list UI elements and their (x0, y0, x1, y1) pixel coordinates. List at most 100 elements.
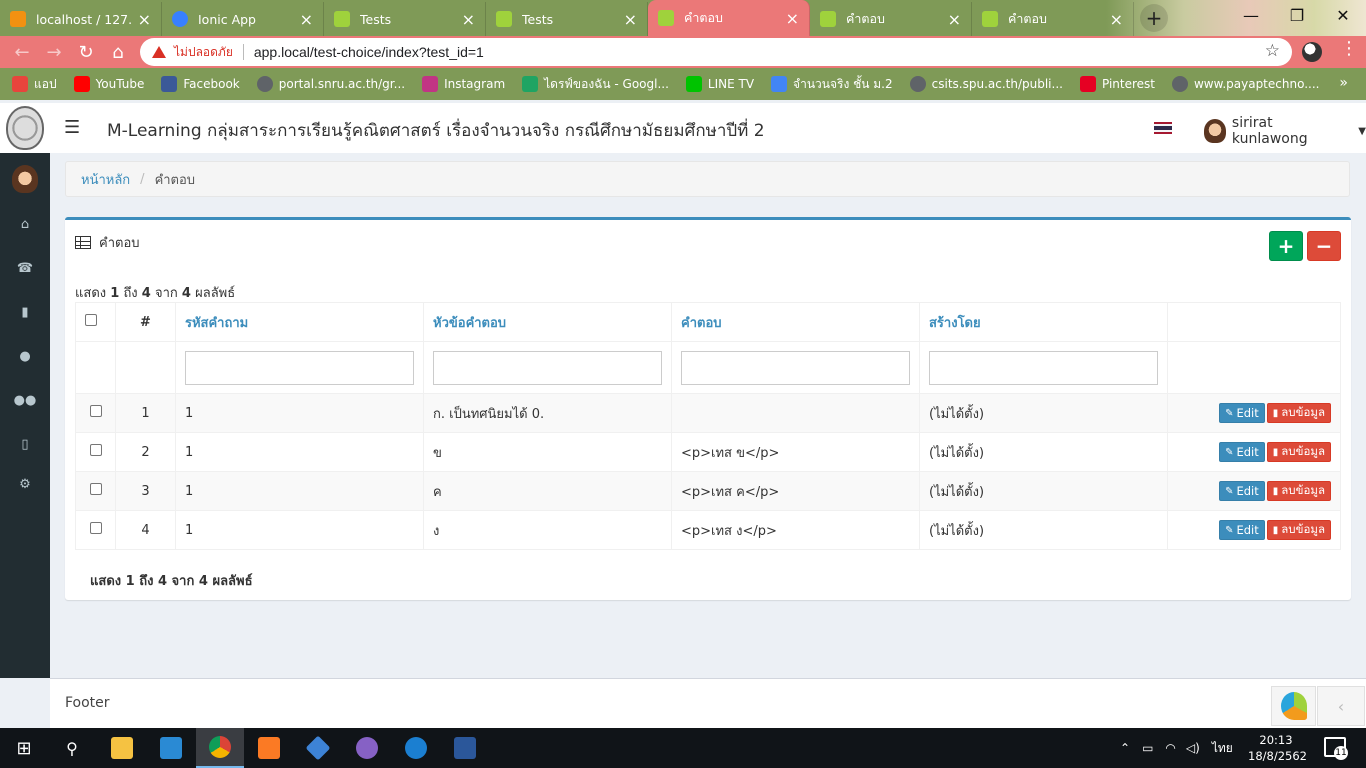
column-answer[interactable]: คำตอบ (671, 302, 920, 342)
close-tab-icon[interactable]: × (786, 9, 799, 28)
volume-icon[interactable]: ◁) (1186, 741, 1200, 755)
chevron-up-icon[interactable]: ⌃ (1120, 741, 1130, 755)
add-button[interactable]: + (1269, 231, 1303, 261)
bookmark-item[interactable]: YouTube (73, 76, 144, 92)
edit-button[interactable]: ✎ Edit (1219, 481, 1265, 501)
taskbar-chrome[interactable] (196, 728, 244, 768)
row-checkbox[interactable] (89, 522, 102, 534)
bookmark-item[interactable]: Instagram (422, 76, 505, 92)
taskbar-edge[interactable] (392, 728, 440, 768)
taskbar-word[interactable] (441, 728, 489, 768)
column-num: # (115, 302, 176, 342)
edit-button[interactable]: ✎ Edit (1219, 403, 1265, 423)
trash-icon: ▮ (1272, 524, 1279, 536)
column-topic[interactable]: หัวข้อคำตอบ (423, 302, 672, 342)
edit-button[interactable]: ✎ Edit (1219, 442, 1265, 462)
taskbar-explorer[interactable] (98, 728, 146, 768)
gear-icon[interactable]: ⚙ (0, 477, 50, 492)
bookmark-item[interactable]: portal.snru.ac.th/gr... (256, 76, 405, 92)
filter-topic-input[interactable] (433, 350, 662, 385)
bookmark-item[interactable]: Facebook (161, 76, 240, 92)
row-checkbox[interactable] (89, 444, 102, 456)
edit-icon: ✎ (1225, 407, 1234, 419)
back-button[interactable]: ← (6, 36, 38, 68)
omnibox[interactable]: ไม่ปลอดภัย app.local/test-choice/index?t… (140, 38, 1292, 66)
breadcrumb-current: คำตอบ (154, 172, 196, 188)
cell-answer: <p>เทส ค</p> (671, 471, 920, 511)
filter-created-by-input[interactable] (929, 350, 1158, 385)
column-question-id[interactable]: รหัสคำถาม (175, 302, 424, 342)
bookmark-star-icon[interactable]: ☆ (1265, 41, 1280, 61)
user-icon[interactable]: ● (0, 349, 50, 364)
row-checkbox[interactable] (89, 483, 102, 495)
taskbar-sourcetree[interactable] (294, 728, 342, 768)
row-checkbox[interactable] (89, 405, 102, 417)
bookmark-item[interactable]: LINE TV (685, 76, 754, 92)
forward-button[interactable]: → (38, 36, 70, 68)
close-tab-icon[interactable]: × (624, 10, 637, 29)
close-tab-icon[interactable]: × (948, 10, 961, 29)
file-icon[interactable]: ▯ (0, 437, 50, 452)
bookmark-label: จำนวนจริง ชั้น ม.2 (793, 76, 893, 91)
bookmark-label: Instagram (444, 77, 506, 91)
browser-tab[interactable]: คำตอบ × (972, 2, 1134, 36)
filter-answer-input[interactable] (681, 350, 910, 385)
yii-debug-logo[interactable] (1271, 686, 1316, 726)
taskbar-xampp[interactable] (245, 728, 293, 768)
close-tab-icon[interactable]: × (300, 10, 313, 29)
search-button[interactable]: ⚲ (48, 728, 96, 768)
debug-toggle-button[interactable]: ‹ (1317, 686, 1365, 726)
browser-tab[interactable]: Tests × (486, 2, 648, 36)
taskbar-github[interactable] (343, 728, 391, 768)
bulk-delete-button[interactable]: − (1307, 231, 1341, 261)
language-indicator[interactable]: ไทย (1212, 739, 1233, 758)
browser-tab[interactable]: Ionic App × (162, 2, 324, 36)
browser-tab[interactable]: คำตอบ × (810, 2, 972, 36)
bookmarks-overflow-icon[interactable]: » (1339, 75, 1348, 91)
hamburger-menu-icon[interactable]: ☰ (64, 117, 80, 138)
taskbar-vscode[interactable] (147, 728, 195, 768)
wifi-icon[interactable]: ◠ (1165, 741, 1175, 755)
home-button[interactable]: ⌂ (102, 36, 134, 68)
url-text[interactable]: app.local/test-choice/index?test_id=1 (254, 44, 484, 60)
delete-button[interactable]: ▮ ลบข้อมูล (1266, 520, 1331, 540)
close-tab-icon[interactable]: × (1110, 10, 1123, 29)
delete-button[interactable]: ▮ ลบข้อมูล (1266, 403, 1331, 423)
battery-icon[interactable]: ▭ (1142, 741, 1153, 755)
browser-tab[interactable]: คำตอบ × (648, 0, 810, 36)
select-all-checkbox[interactable] (85, 314, 97, 326)
start-button[interactable]: ⊞ (0, 728, 48, 768)
bookmark-item[interactable]: csits.spu.ac.th/publi... (909, 76, 1063, 92)
edit-button[interactable]: ✎ Edit (1219, 520, 1265, 540)
bookmark-item[interactable]: จำนวนจริง ชั้น ม.2 (771, 75, 893, 94)
bookmark-item[interactable]: Pinterest (1079, 76, 1155, 92)
thai-flag-icon[interactable] (1154, 122, 1172, 134)
logo[interactable] (0, 103, 50, 153)
new-tab-button[interactable]: + (1140, 4, 1168, 32)
close-tab-icon[interactable]: × (462, 10, 475, 29)
users-icon[interactable]: ●● (0, 393, 50, 408)
home-icon[interactable]: ⌂ (0, 217, 50, 232)
tab-title: Tests (360, 11, 392, 27)
bookmark-item[interactable]: www.payaptechno.... (1171, 76, 1319, 92)
browser-tab[interactable]: Tests × (324, 2, 486, 36)
bookmark-item[interactable]: แอป (12, 75, 57, 94)
delete-button[interactable]: ▮ ลบข้อมูล (1266, 442, 1331, 462)
delete-button[interactable]: ▮ ลบข้อมูล (1266, 481, 1331, 501)
breadcrumb-home-link[interactable]: หน้าหลัก (81, 169, 130, 190)
reload-button[interactable]: ↻ (70, 36, 102, 68)
restore-button[interactable]: ❐ (1274, 0, 1320, 30)
phone-icon[interactable]: ☎ (0, 261, 50, 276)
more-menu-icon[interactable]: ⋮ (1340, 38, 1358, 59)
close-window-button[interactable]: ✕ (1320, 0, 1366, 30)
book-icon[interactable]: ▮ (0, 305, 50, 320)
minimize-button[interactable]: — (1228, 0, 1274, 30)
filter-question-id-input[interactable] (185, 350, 414, 385)
clock[interactable]: 20:13 18/8/2562 (1248, 732, 1307, 764)
close-tab-icon[interactable]: × (138, 10, 151, 29)
user-menu[interactable]: sirirat kunlawong ▼ (1204, 115, 1366, 147)
browser-tab[interactable]: localhost / 127.0.0 × (0, 2, 162, 36)
column-created-by[interactable]: สร้างโดย (919, 302, 1168, 342)
bookmark-item[interactable]: ไดรฟ์ของฉัน - Googl... (522, 75, 669, 94)
profile-icon[interactable] (1302, 42, 1322, 62)
